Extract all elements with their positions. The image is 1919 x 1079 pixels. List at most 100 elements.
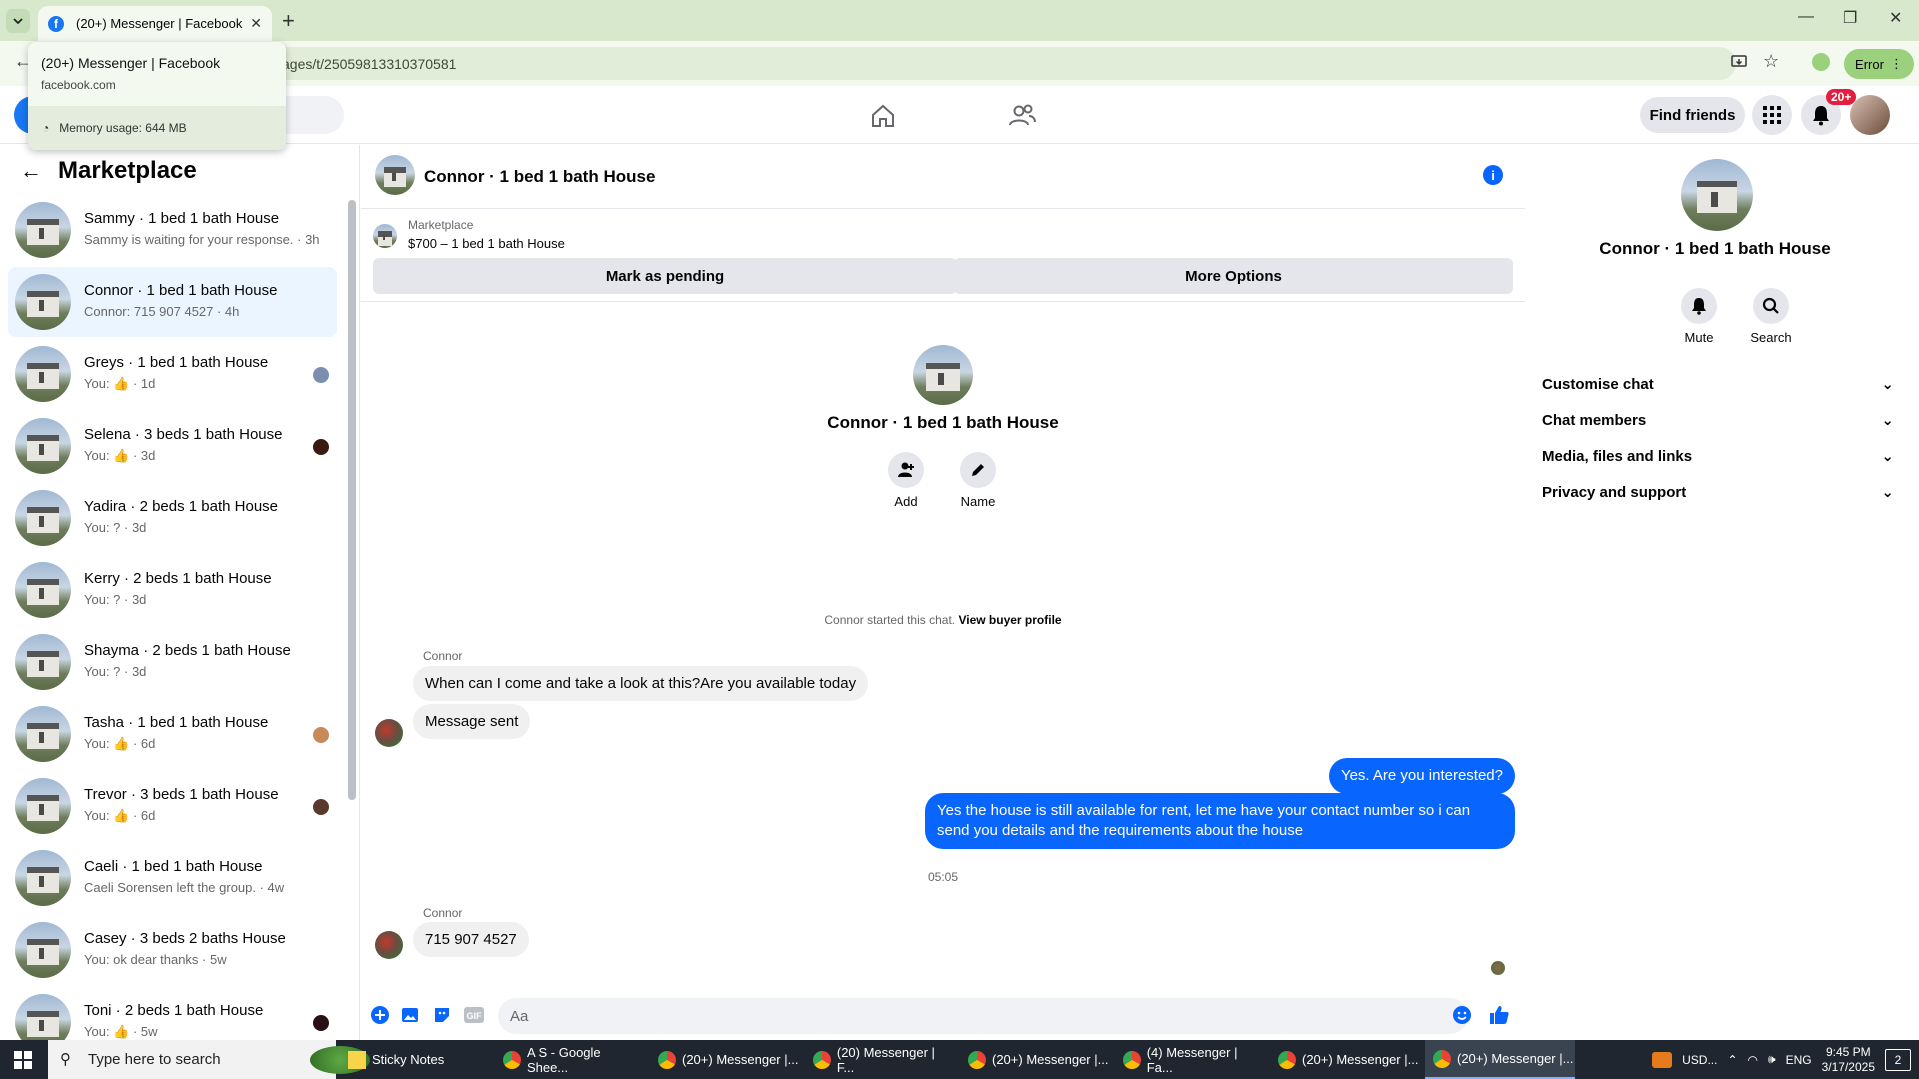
sidebar-scrollbar[interactable] <box>348 200 356 800</box>
chat-avatar[interactable] <box>375 155 415 195</box>
outgoing-message[interactable]: Yes. Are you interested? <box>1328 758 1515 794</box>
url-bar[interactable]: ages/t/25059813310370581 <box>226 47 1736 80</box>
bookmark-star-icon[interactable]: ☆ <box>1763 51 1779 72</box>
edit-name-button[interactable]: Name <box>948 452 1008 509</box>
taskbar-app-chrome-active[interactable]: (20+) Messenger |... <box>1425 1040 1575 1079</box>
chevron-down-icon: ⌄ <box>1881 484 1894 501</box>
chat-header: Connor · 1 bed 1 bath House i <box>361 145 1525 209</box>
conversation-preview: Connor: 715 907 4527 · 4h <box>84 304 240 319</box>
close-window-icon[interactable]: ✕ <box>1889 8 1902 28</box>
browser-error-button[interactable]: Error ⋮ <box>1844 49 1914 79</box>
conversation-item[interactable]: Caeli · 1 bed 1 bath House Caeli Sorense… <box>8 843 337 913</box>
conversation-item[interactable]: Toni · 2 beds 1 bath House You: 👍 · 5w <box>8 987 337 1040</box>
notification-center-icon[interactable]: 2 <box>1885 1048 1911 1071</box>
conversation-item[interactable]: Yadira · 2 beds 1 bath House You: ? · 3d <box>8 483 337 553</box>
listing-thumbnail <box>15 346 71 402</box>
add-people-button[interactable]: Add <box>876 452 936 509</box>
friends-icon[interactable] <box>1004 100 1040 132</box>
taskbar-app-chrome[interactable]: (20+) Messenger |... <box>650 1040 800 1079</box>
listing-label: Marketplace <box>408 218 474 232</box>
conversation-item[interactable]: Casey · 3 beds 2 baths House You: ok dea… <box>8 915 337 985</box>
chrome-icon <box>1433 1049 1451 1068</box>
mute-button[interactable]: Mute <box>1669 288 1729 345</box>
incoming-message[interactable]: Message sent <box>413 704 531 739</box>
menu-grid-icon[interactable] <box>1752 95 1792 135</box>
mark-as-pending-button[interactable]: Mark as pending <box>373 258 957 294</box>
install-app-icon[interactable] <box>1730 53 1748 76</box>
view-buyer-profile-link[interactable]: View buyer profile <box>958 613 1061 627</box>
conversation-item[interactable]: Shayma · 2 beds 1 bath House You: ? · 3d <box>8 627 337 697</box>
thumbs-up-icon[interactable] <box>1488 1004 1510 1026</box>
restore-icon[interactable]: ❐ <box>1843 8 1857 28</box>
language-indicator[interactable]: ENG <box>1786 1053 1812 1067</box>
chrome-icon <box>1123 1050 1141 1069</box>
sender-name: Connor <box>423 906 463 920</box>
chevron-down-icon <box>13 18 23 25</box>
taskbar-app-chrome[interactable]: A S - Google Shee... <box>495 1040 645 1079</box>
taskbar-search-box[interactable]: ⚲ Type here to search <box>48 1040 370 1079</box>
sender-avatar[interactable] <box>375 931 403 959</box>
home-icon[interactable] <box>865 100 901 132</box>
close-tab-icon[interactable]: ✕ <box>250 15 262 32</box>
customise-chat-section[interactable]: Customise chat ⌄ <box>1542 366 1894 402</box>
taskbar-search-placeholder: Type here to search <box>88 1051 221 1068</box>
outgoing-message[interactable]: Yes the house is still available for ren… <box>925 793 1515 849</box>
sender-avatar[interactable] <box>375 719 403 747</box>
chevron-up-icon[interactable]: ⌃ <box>1727 1053 1737 1067</box>
profile-icon[interactable] <box>1812 53 1830 71</box>
info-icon[interactable]: i <box>1483 165 1503 185</box>
taskbar-app-label: Sticky Notes <box>372 1052 445 1067</box>
conversation-preview: You: 👍 · 1d <box>84 376 156 391</box>
clock[interactable]: 9:45 PM 3/17/2025 <box>1822 1045 1875 1075</box>
conversation-item[interactable]: Kerry · 2 beds 1 bath House You: ? · 3d <box>8 555 337 625</box>
search-icon <box>1753 288 1789 324</box>
taskbar-app-chrome[interactable]: (4) Messenger | Fa... <box>1115 1040 1265 1079</box>
conversation-item[interactable]: Trevor · 3 beds 1 bath House You: 👍 · 6d <box>8 771 337 841</box>
taskbar-app-chrome[interactable]: (20) Messenger | F... <box>805 1040 955 1079</box>
sticker-icon[interactable] <box>431 1004 453 1026</box>
conversation-preview: You: 👍 · 5w <box>84 1024 158 1039</box>
incoming-message[interactable]: 715 907 4527 <box>413 922 529 957</box>
find-friends-button[interactable]: Find friends <box>1640 97 1745 133</box>
network-icon[interactable]: ◠ <box>1748 1053 1758 1067</box>
taskbar-app-chrome[interactable]: (20+) Messenger |... <box>960 1040 1110 1079</box>
photo-icon[interactable] <box>399 1004 421 1026</box>
back-arrow-icon[interactable]: ← <box>20 158 42 184</box>
account-avatar[interactable] <box>1850 95 1890 135</box>
new-tab-button[interactable]: + <box>282 8 295 34</box>
hover-card-domain: facebook.com <box>41 78 116 92</box>
conversation-item[interactable]: Greys · 1 bed 1 bath House You: 👍 · 1d <box>8 339 337 409</box>
listing-thumbnail <box>15 418 71 474</box>
conversation-item[interactable]: Tasha · 1 bed 1 bath House You: 👍 · 6d <box>8 699 337 769</box>
conversation-item-active[interactable]: Connor · 1 bed 1 bath House Connor: 715 … <box>8 267 337 337</box>
gif-icon[interactable]: GIF <box>463 1004 485 1026</box>
currency-widget-icon[interactable] <box>1652 1051 1673 1068</box>
taskbar-app-label: (20) Messenger | F... <box>836 1044 935 1075</box>
conversation-item[interactable]: Selena · 3 beds 1 bath House You: 👍 · 3d <box>8 411 337 481</box>
emoji-icon[interactable] <box>1451 1004 1473 1026</box>
media-files-links-section[interactable]: Media, files and links ⌄ <box>1542 438 1894 474</box>
volume-icon[interactable]: 🕪 <box>1768 1052 1776 1067</box>
windows-start-icon[interactable] <box>0 1040 46 1079</box>
currency-widget-label[interactable]: USD... <box>1682 1053 1717 1067</box>
conversation-preview: You: ? · 3d <box>84 520 147 535</box>
message-input[interactable]: Aa <box>498 998 1468 1034</box>
tab-search-button[interactable] <box>6 9 30 33</box>
plus-circle-icon[interactable] <box>369 1004 391 1026</box>
browser-tab-active[interactable]: f (20+) Messenger | Facebook ✕ <box>38 6 272 41</box>
search-label: Search <box>1750 330 1792 345</box>
chat-members-section[interactable]: Chat members ⌄ <box>1542 402 1894 438</box>
minimize-icon[interactable]: — <box>1798 8 1814 26</box>
incoming-message[interactable]: When can I come and take a look at this?… <box>413 666 869 701</box>
search-in-chat-button[interactable]: Search <box>1741 288 1801 345</box>
taskbar-app-chrome[interactable]: (20+) Messenger |... <box>1270 1040 1420 1079</box>
chrome-icon <box>1278 1050 1296 1069</box>
more-options-button[interactable]: More Options <box>954 258 1513 294</box>
privacy-support-section[interactable]: Privacy and support ⌄ <box>1542 474 1894 510</box>
listing-thumbnail[interactable] <box>373 224 397 248</box>
conversation-item[interactable]: Sammy · 1 bed 1 bath House Sammy is wait… <box>8 195 337 265</box>
chat-title[interactable]: Connor · 1 bed 1 bath House <box>424 167 655 187</box>
chrome-icon <box>503 1050 521 1069</box>
taskbar-app-sticky-notes[interactable]: Sticky Notes <box>340 1040 490 1079</box>
conversation-name: Sammy · 1 bed 1 bath House <box>84 210 280 227</box>
